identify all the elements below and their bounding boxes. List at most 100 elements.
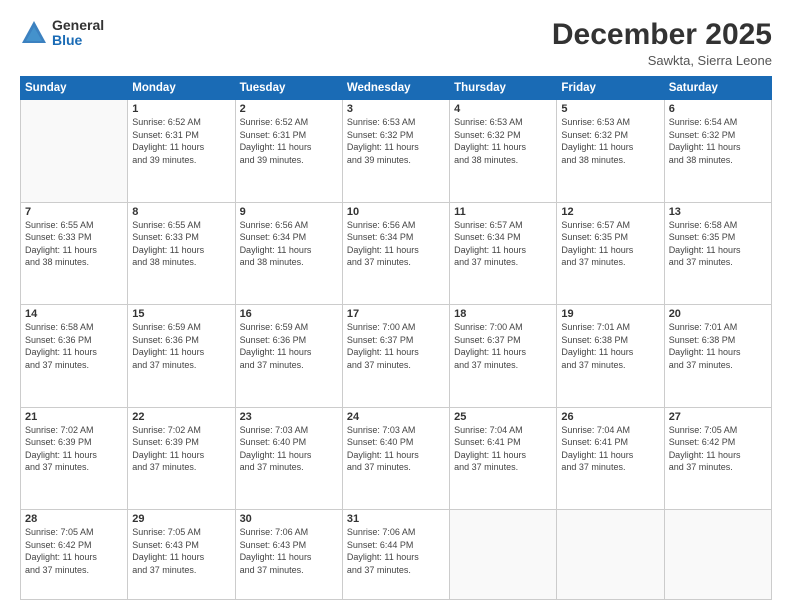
- calendar-cell: 2Sunrise: 6:52 AMSunset: 6:31 PMDaylight…: [235, 100, 342, 203]
- day-number: 2: [240, 103, 338, 115]
- cell-info: Sunrise: 6:55 AMSunset: 6:33 PMDaylight:…: [132, 219, 230, 269]
- day-number: 28: [25, 513, 123, 525]
- day-number: 10: [347, 206, 445, 218]
- calendar-cell: 23Sunrise: 7:03 AMSunset: 6:40 PMDayligh…: [235, 407, 342, 510]
- cell-info: Sunrise: 6:56 AMSunset: 6:34 PMDaylight:…: [347, 219, 445, 269]
- cell-info: Sunrise: 7:04 AMSunset: 6:41 PMDaylight:…: [561, 424, 659, 474]
- header-row: SundayMondayTuesdayWednesdayThursdayFrid…: [21, 77, 772, 100]
- calendar-cell: [450, 510, 557, 600]
- day-number: 16: [240, 308, 338, 320]
- calendar-cell: 14Sunrise: 6:58 AMSunset: 6:36 PMDayligh…: [21, 305, 128, 408]
- calendar-cell: 6Sunrise: 6:54 AMSunset: 6:32 PMDaylight…: [664, 100, 771, 203]
- day-number: 17: [347, 308, 445, 320]
- cell-info: Sunrise: 6:56 AMSunset: 6:34 PMDaylight:…: [240, 219, 338, 269]
- day-number: 20: [669, 308, 767, 320]
- calendar-cell: 4Sunrise: 6:53 AMSunset: 6:32 PMDaylight…: [450, 100, 557, 203]
- cell-info: Sunrise: 7:02 AMSunset: 6:39 PMDaylight:…: [25, 424, 123, 474]
- day-number: 26: [561, 411, 659, 423]
- day-number: 7: [25, 206, 123, 218]
- day-number: 14: [25, 308, 123, 320]
- cell-info: Sunrise: 6:58 AMSunset: 6:35 PMDaylight:…: [669, 219, 767, 269]
- calendar-cell: 29Sunrise: 7:05 AMSunset: 6:43 PMDayligh…: [128, 510, 235, 600]
- calendar-cell: 26Sunrise: 7:04 AMSunset: 6:41 PMDayligh…: [557, 407, 664, 510]
- cell-info: Sunrise: 7:00 AMSunset: 6:37 PMDaylight:…: [347, 321, 445, 371]
- day-header-friday: Friday: [557, 77, 664, 100]
- cell-info: Sunrise: 7:05 AMSunset: 6:42 PMDaylight:…: [25, 526, 123, 576]
- calendar-cell: 28Sunrise: 7:05 AMSunset: 6:42 PMDayligh…: [21, 510, 128, 600]
- day-number: 30: [240, 513, 338, 525]
- cell-info: Sunrise: 6:53 AMSunset: 6:32 PMDaylight:…: [347, 116, 445, 166]
- calendar-cell: 13Sunrise: 6:58 AMSunset: 6:35 PMDayligh…: [664, 202, 771, 305]
- cell-info: Sunrise: 6:54 AMSunset: 6:32 PMDaylight:…: [669, 116, 767, 166]
- cell-info: Sunrise: 7:05 AMSunset: 6:43 PMDaylight:…: [132, 526, 230, 576]
- day-number: 5: [561, 103, 659, 115]
- day-number: 11: [454, 206, 552, 218]
- cell-info: Sunrise: 6:58 AMSunset: 6:36 PMDaylight:…: [25, 321, 123, 371]
- cell-info: Sunrise: 6:57 AMSunset: 6:34 PMDaylight:…: [454, 219, 552, 269]
- cell-info: Sunrise: 7:03 AMSunset: 6:40 PMDaylight:…: [347, 424, 445, 474]
- calendar-cell: 11Sunrise: 6:57 AMSunset: 6:34 PMDayligh…: [450, 202, 557, 305]
- cell-info: Sunrise: 6:59 AMSunset: 6:36 PMDaylight:…: [132, 321, 230, 371]
- calendar-cell: 3Sunrise: 6:53 AMSunset: 6:32 PMDaylight…: [342, 100, 449, 203]
- cell-info: Sunrise: 7:06 AMSunset: 6:43 PMDaylight:…: [240, 526, 338, 576]
- month-title: December 2025: [552, 18, 772, 52]
- page: General Blue December 2025 Sawkta, Sierr…: [0, 0, 792, 612]
- day-number: 18: [454, 308, 552, 320]
- week-row-3: 21Sunrise: 7:02 AMSunset: 6:39 PMDayligh…: [21, 407, 772, 510]
- day-header-thursday: Thursday: [450, 77, 557, 100]
- cell-info: Sunrise: 6:53 AMSunset: 6:32 PMDaylight:…: [454, 116, 552, 166]
- calendar-cell: 1Sunrise: 6:52 AMSunset: 6:31 PMDaylight…: [128, 100, 235, 203]
- calendar-cell: 31Sunrise: 7:06 AMSunset: 6:44 PMDayligh…: [342, 510, 449, 600]
- cell-info: Sunrise: 6:55 AMSunset: 6:33 PMDaylight:…: [25, 219, 123, 269]
- calendar-cell: 10Sunrise: 6:56 AMSunset: 6:34 PMDayligh…: [342, 202, 449, 305]
- day-number: 27: [669, 411, 767, 423]
- cell-info: Sunrise: 7:04 AMSunset: 6:41 PMDaylight:…: [454, 424, 552, 474]
- cell-info: Sunrise: 7:03 AMSunset: 6:40 PMDaylight:…: [240, 424, 338, 474]
- cell-info: Sunrise: 7:01 AMSunset: 6:38 PMDaylight:…: [561, 321, 659, 371]
- day-number: 1: [132, 103, 230, 115]
- logo-text: General Blue: [52, 18, 104, 49]
- day-number: 15: [132, 308, 230, 320]
- calendar-cell: 18Sunrise: 7:00 AMSunset: 6:37 PMDayligh…: [450, 305, 557, 408]
- header: General Blue December 2025 Sawkta, Sierr…: [20, 18, 772, 68]
- day-number: 6: [669, 103, 767, 115]
- calendar-cell: 21Sunrise: 7:02 AMSunset: 6:39 PMDayligh…: [21, 407, 128, 510]
- title-area: December 2025 Sawkta, Sierra Leone: [552, 18, 772, 68]
- day-number: 9: [240, 206, 338, 218]
- calendar-cell: 16Sunrise: 6:59 AMSunset: 6:36 PMDayligh…: [235, 305, 342, 408]
- logo-blue-text: Blue: [52, 33, 104, 48]
- calendar-cell: 27Sunrise: 7:05 AMSunset: 6:42 PMDayligh…: [664, 407, 771, 510]
- cell-info: Sunrise: 7:06 AMSunset: 6:44 PMDaylight:…: [347, 526, 445, 576]
- day-number: 21: [25, 411, 123, 423]
- day-number: 8: [132, 206, 230, 218]
- calendar-cell: 20Sunrise: 7:01 AMSunset: 6:38 PMDayligh…: [664, 305, 771, 408]
- calendar-cell: [664, 510, 771, 600]
- cell-info: Sunrise: 6:53 AMSunset: 6:32 PMDaylight:…: [561, 116, 659, 166]
- day-header-tuesday: Tuesday: [235, 77, 342, 100]
- calendar-cell: 22Sunrise: 7:02 AMSunset: 6:39 PMDayligh…: [128, 407, 235, 510]
- day-number: 23: [240, 411, 338, 423]
- calendar-cell: 15Sunrise: 6:59 AMSunset: 6:36 PMDayligh…: [128, 305, 235, 408]
- calendar-cell: 9Sunrise: 6:56 AMSunset: 6:34 PMDaylight…: [235, 202, 342, 305]
- cell-info: Sunrise: 7:05 AMSunset: 6:42 PMDaylight:…: [669, 424, 767, 474]
- week-row-1: 7Sunrise: 6:55 AMSunset: 6:33 PMDaylight…: [21, 202, 772, 305]
- day-number: 3: [347, 103, 445, 115]
- calendar-cell: 30Sunrise: 7:06 AMSunset: 6:43 PMDayligh…: [235, 510, 342, 600]
- day-header-monday: Monday: [128, 77, 235, 100]
- day-number: 12: [561, 206, 659, 218]
- day-number: 22: [132, 411, 230, 423]
- day-header-saturday: Saturday: [664, 77, 771, 100]
- day-number: 13: [669, 206, 767, 218]
- calendar-cell: 7Sunrise: 6:55 AMSunset: 6:33 PMDaylight…: [21, 202, 128, 305]
- day-number: 24: [347, 411, 445, 423]
- cell-info: Sunrise: 7:00 AMSunset: 6:37 PMDaylight:…: [454, 321, 552, 371]
- calendar-cell: [557, 510, 664, 600]
- logo: General Blue: [20, 18, 104, 49]
- calendar-cell: 12Sunrise: 6:57 AMSunset: 6:35 PMDayligh…: [557, 202, 664, 305]
- week-row-4: 28Sunrise: 7:05 AMSunset: 6:42 PMDayligh…: [21, 510, 772, 600]
- calendar-cell: 19Sunrise: 7:01 AMSunset: 6:38 PMDayligh…: [557, 305, 664, 408]
- day-number: 19: [561, 308, 659, 320]
- day-number: 4: [454, 103, 552, 115]
- calendar-cell: 24Sunrise: 7:03 AMSunset: 6:40 PMDayligh…: [342, 407, 449, 510]
- calendar-cell: 25Sunrise: 7:04 AMSunset: 6:41 PMDayligh…: [450, 407, 557, 510]
